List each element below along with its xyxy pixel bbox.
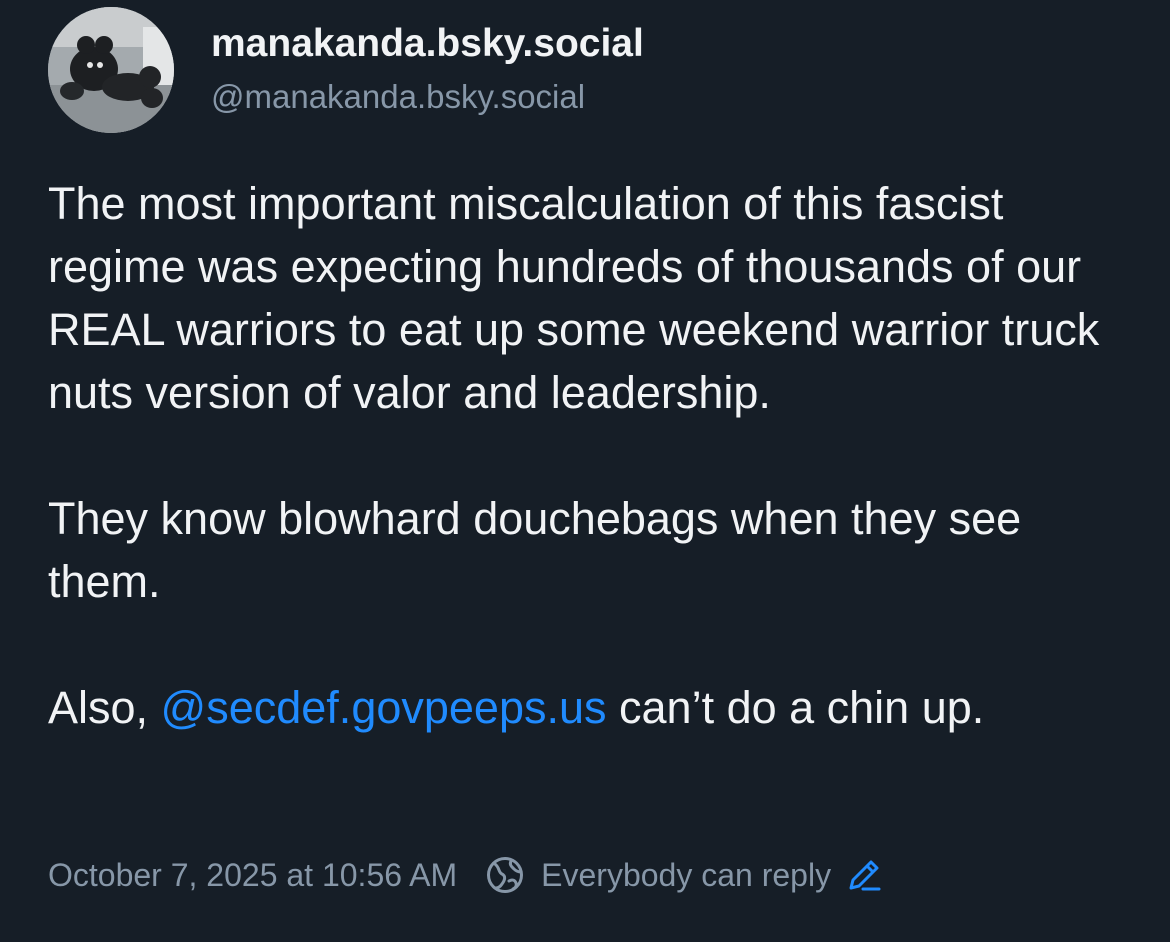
post-meta: October 7, 2025 at 10:56 AM Everybody ca…: [48, 852, 881, 898]
avatar-photo: [48, 7, 174, 133]
post-timestamp: October 7, 2025 at 10:56 AM: [48, 856, 458, 893]
post-text: The most important miscalculation of thi…: [48, 172, 1138, 739]
author-display-name[interactable]: manakanda.bsky.social: [211, 22, 644, 66]
avatar[interactable]: [48, 7, 174, 133]
author-handle[interactable]: @manakanda.bsky.social: [211, 78, 585, 116]
pencil-icon: [847, 858, 881, 892]
post-text-segment: Also,: [48, 682, 161, 733]
post-paragraph: They know blowhard douchebags when they …: [48, 493, 1022, 607]
post-paragraph: Also, @secdef.govpeeps.us can’t do a chi…: [48, 676, 1138, 739]
post-paragraph: The most important miscalculation of thi…: [48, 178, 1100, 418]
globe-icon: [485, 855, 525, 895]
mention-link[interactable]: @secdef.govpeeps.us: [161, 682, 607, 733]
post-text-segment: can’t do a chin up.: [606, 682, 985, 733]
post-thread-item: manakanda.bsky.social @manakanda.bsky.so…: [0, 0, 1170, 942]
reply-settings-label: Everybody can reply: [541, 856, 832, 893]
reply-settings-button[interactable]: Everybody can reply: [485, 855, 881, 895]
